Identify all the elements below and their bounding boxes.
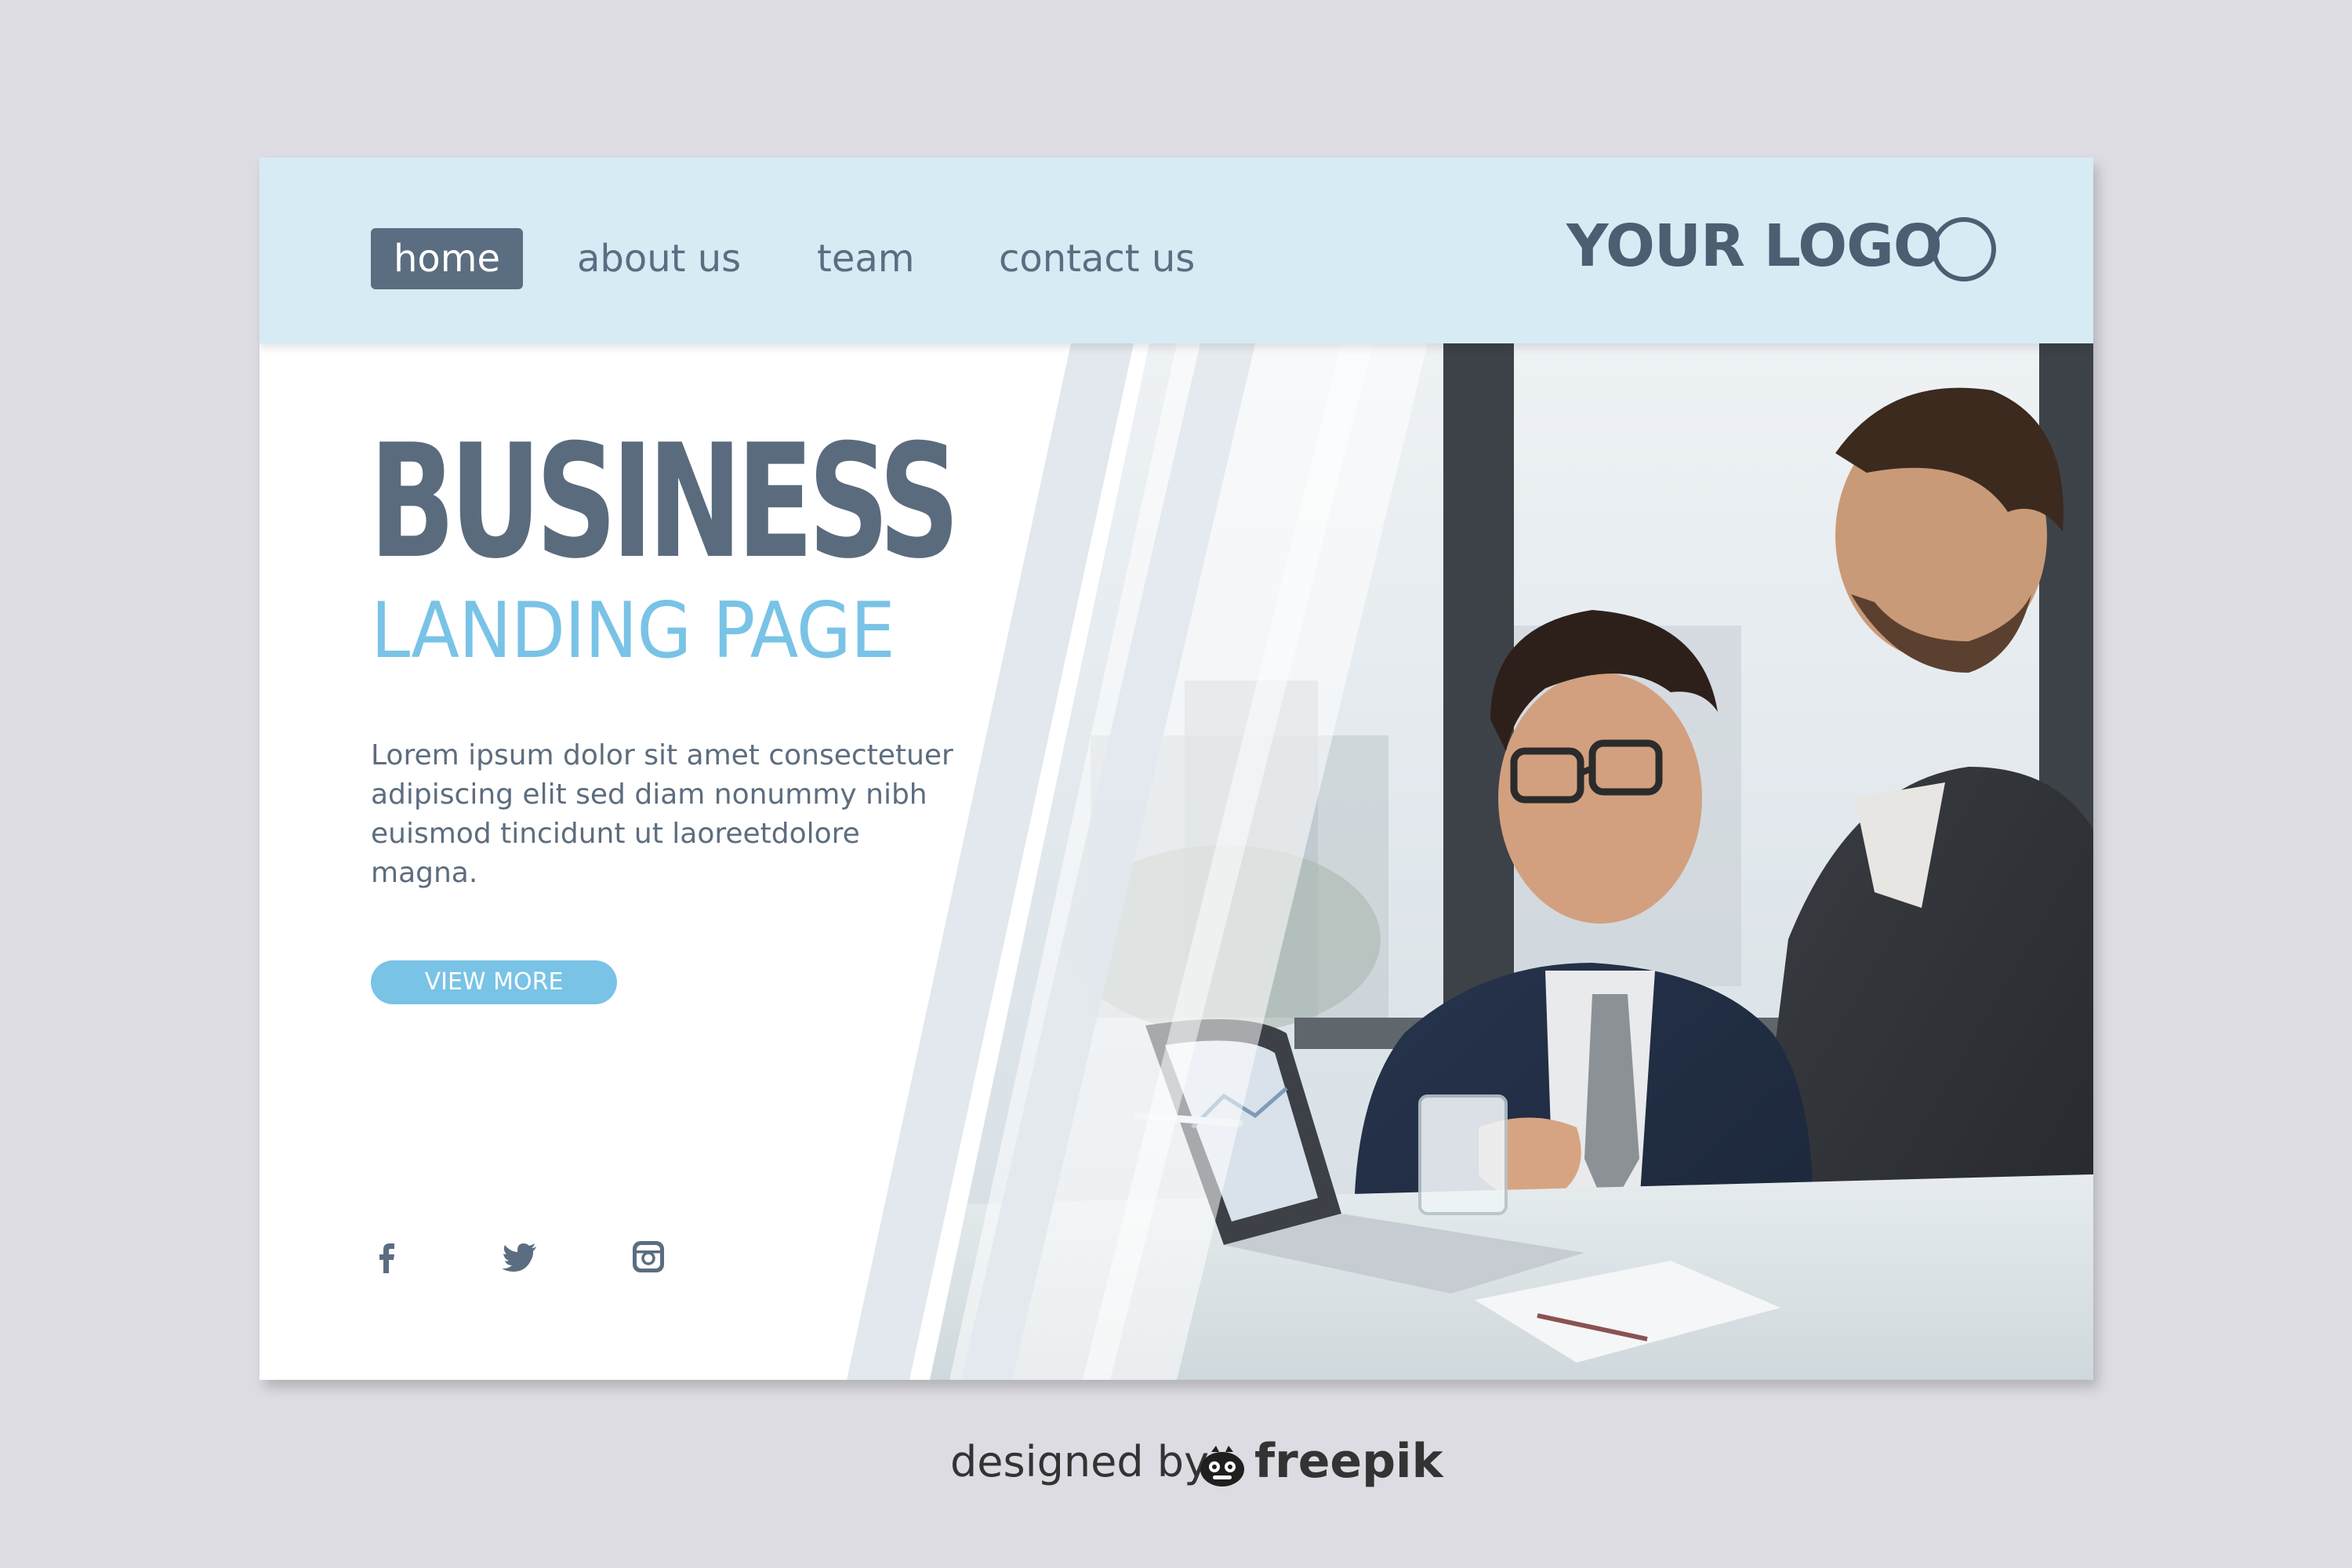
landing-page-card: home about us team contact us YOUR LOGO … xyxy=(260,158,2093,1380)
nav-about-us[interactable]: about us xyxy=(577,228,741,289)
freepik-brand[interactable]: freepik xyxy=(1254,1438,1443,1485)
nav-contact-us[interactable]: contact us xyxy=(999,228,1195,289)
hero-subtitle: LANDING PAGE xyxy=(371,586,895,676)
twitter-icon[interactable] xyxy=(499,1236,541,1278)
freepik-mascot-icon xyxy=(1200,1446,1244,1486)
instagram-icon[interactable] xyxy=(627,1236,670,1278)
logo-circle-icon xyxy=(1932,217,1996,281)
nav-team[interactable]: team xyxy=(817,228,915,289)
hero-description: Lorem ipsum dolor sit amet consectetuer … xyxy=(371,739,953,889)
view-more-button[interactable]: VIEW MORE xyxy=(371,960,617,1004)
designed-by-credit: designed by xyxy=(950,1437,1210,1486)
top-navbar: home about us team contact us YOUR LOGO xyxy=(260,158,2093,343)
logo-text[interactable]: YOUR LOGO xyxy=(1566,212,1943,280)
facebook-icon[interactable] xyxy=(365,1236,408,1278)
hero-title: BUSINESS xyxy=(369,411,960,593)
nav-home[interactable]: home xyxy=(371,228,523,289)
